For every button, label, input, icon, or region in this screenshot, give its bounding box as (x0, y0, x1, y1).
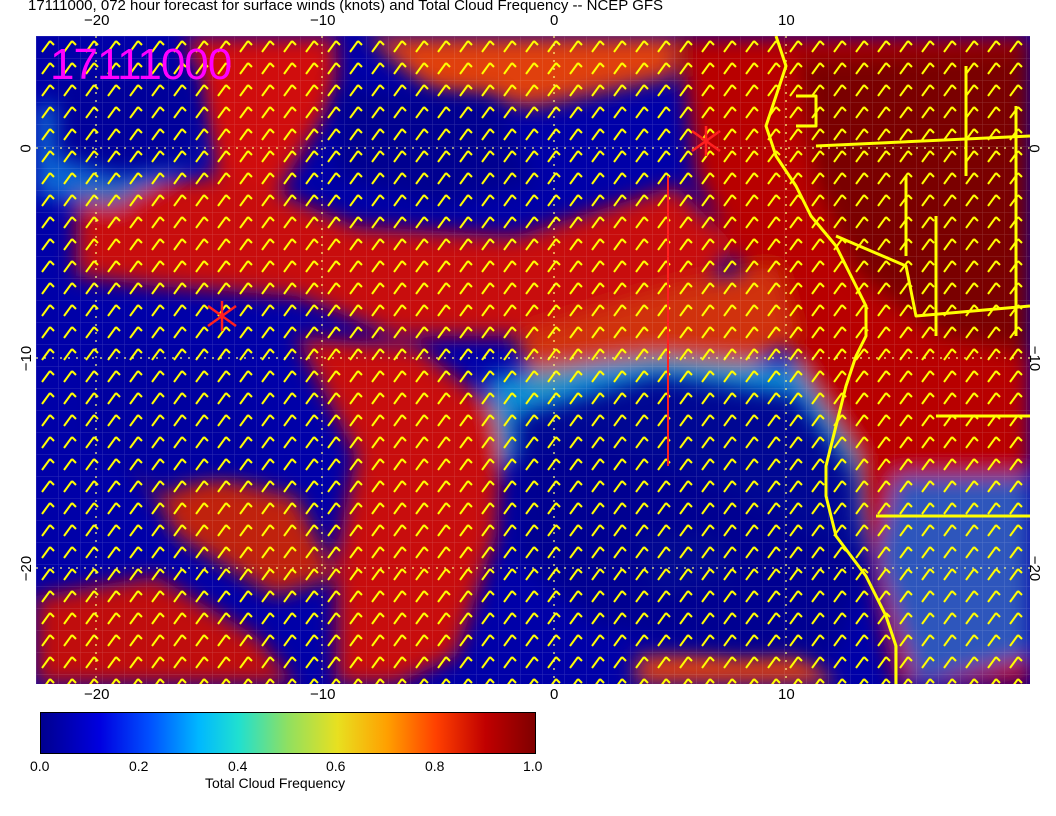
bottom-tick-label: 10 (778, 686, 795, 703)
colorbar (40, 712, 536, 754)
colorbar-label: Total Cloud Frequency (205, 775, 346, 791)
top-tick-label: 0 (550, 12, 559, 29)
left-tick-label: −20 (18, 555, 36, 582)
bottom-tick-label: −20 (84, 686, 110, 703)
right-tick-label: 0 (1025, 144, 1043, 153)
top-tick-label: −20 (84, 12, 110, 29)
left-tick-label: 0 (17, 144, 35, 153)
map-title: 17111000, 072 hour forecast for surface … (28, 0, 664, 14)
colorbar-tick: 0.4 (228, 758, 248, 774)
forecast-map: 17111000 (36, 36, 1030, 684)
right-tick-label: −20 (1026, 555, 1044, 582)
bottom-tick-label: 0 (550, 686, 559, 703)
left-tick-label: −10 (18, 345, 36, 372)
cloud-frequency-field (36, 36, 1030, 684)
colorbar-tick: 0.2 (129, 758, 149, 774)
cloud-shading (36, 36, 1030, 684)
date-stamp: 17111000 (50, 40, 232, 89)
colorbar-tick: 0.0 (30, 758, 50, 774)
colorbar-tick: 0.8 (425, 758, 445, 774)
top-tick-label: 10 (778, 12, 795, 29)
colorbar-tick: 0.6 (326, 758, 346, 774)
top-tick-label: −10 (310, 12, 336, 29)
bottom-tick-label: −10 (310, 686, 336, 703)
right-tick-label: −10 (1026, 345, 1044, 372)
colorbar-tick: 1.0 (523, 758, 543, 774)
